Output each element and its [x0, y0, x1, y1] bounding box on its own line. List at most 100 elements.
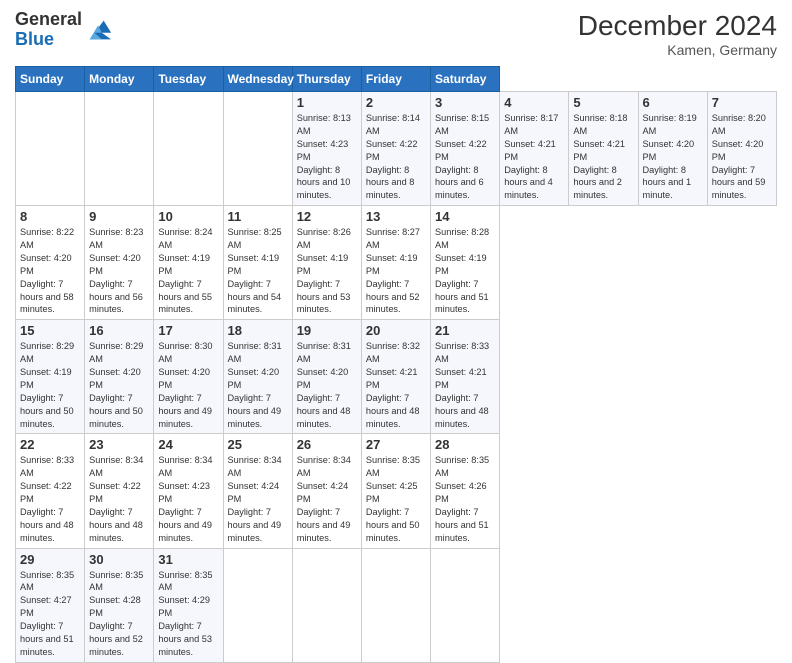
- cell-info: Sunrise: 8:31 AMSunset: 4:20 PMDaylight:…: [228, 340, 288, 430]
- cell-info: Sunrise: 8:34 AMSunset: 4:24 PMDaylight:…: [297, 454, 357, 544]
- calendar-cell: 14 Sunrise: 8:28 AMSunset: 4:19 PMDayligh…: [431, 206, 500, 320]
- calendar-body: 1 Sunrise: 8:13 AMSunset: 4:23 PMDaylight…: [16, 92, 777, 663]
- cell-info: Sunrise: 8:34 AMSunset: 4:23 PMDaylight:…: [158, 454, 218, 544]
- header-day: Wednesday: [223, 67, 292, 92]
- calendar-cell: 16Sunrise: 8:29 AMSunset: 4:20 PMDayligh…: [85, 320, 154, 434]
- cell-info: Sunrise: 8:33 AMSunset: 4:21 PMDaylight:…: [435, 340, 495, 430]
- calendar-cell: [431, 548, 500, 662]
- day-number: 5: [573, 95, 633, 110]
- day-number: 6: [643, 95, 703, 110]
- location: Kamen, Germany: [578, 42, 777, 58]
- calendar-cell: 17Sunrise: 8:30 AMSunset: 4:20 PMDayligh…: [154, 320, 223, 434]
- calendar-cell: [223, 92, 292, 206]
- calendar-cell: 4Sunrise: 8:17 AMSunset: 4:21 PMDaylight…: [500, 92, 569, 206]
- calendar-week-row: 1 Sunrise: 8:13 AMSunset: 4:23 PMDaylight…: [16, 92, 777, 206]
- calendar-cell: 5 Sunrise: 8:18 AMSunset: 4:21 PMDaylight…: [569, 92, 638, 206]
- day-number: 15: [20, 323, 80, 338]
- calendar-cell: 3Sunrise: 8:15 AMSunset: 4:22 PMDaylight…: [431, 92, 500, 206]
- day-number: 10: [158, 209, 218, 224]
- day-number: 17: [158, 323, 218, 338]
- calendar-cell: 11Sunrise: 8:25 AMSunset: 4:19 PMDayligh…: [223, 206, 292, 320]
- logo-line1: General: [15, 10, 82, 30]
- cell-info: Sunrise: 8:34 AMSunset: 4:24 PMDaylight:…: [228, 454, 288, 544]
- day-number: 20: [366, 323, 426, 338]
- day-number: 2: [366, 95, 426, 110]
- calendar-page: General Blue December 2024 Kamen, German…: [0, 0, 792, 612]
- title-block: December 2024 Kamen, Germany: [578, 10, 777, 58]
- calendar-cell: 13 Sunrise: 8:27 AMSunset: 4:19 PMDayligh…: [361, 206, 430, 320]
- day-number: 1: [297, 95, 357, 110]
- cell-info: Sunrise: 8:20 AMSunset: 4:20 PMDaylight:…: [712, 112, 772, 202]
- calendar-cell: 20 Sunrise: 8:32 AMSunset: 4:21 PMDayligh…: [361, 320, 430, 434]
- calendar-week-row: 8Sunrise: 8:22 AMSunset: 4:20 PMDaylight…: [16, 206, 777, 320]
- day-number: 31: [158, 552, 218, 567]
- day-number: 18: [228, 323, 288, 338]
- calendar-cell: 23Sunrise: 8:34 AMSunset: 4:22 PMDayligh…: [85, 434, 154, 548]
- cell-info: Sunrise: 8:35 AMSunset: 4:28 PMDaylight:…: [89, 569, 149, 659]
- cell-info: Sunrise: 8:35 AMSunset: 4:26 PMDaylight:…: [435, 454, 495, 544]
- calendar-header: SundayMondayTuesdayWednesdayThursdayFrid…: [16, 67, 777, 92]
- day-number: 14: [435, 209, 495, 224]
- calendar-cell: 1 Sunrise: 8:13 AMSunset: 4:23 PMDaylight…: [292, 92, 361, 206]
- calendar-cell: 12Sunrise: 8:26 AMSunset: 4:19 PMDayligh…: [292, 206, 361, 320]
- day-number: 27: [366, 437, 426, 452]
- month-title: December 2024: [578, 10, 777, 42]
- calendar-cell: 9 Sunrise: 8:23 AMSunset: 4:20 PMDaylight…: [85, 206, 154, 320]
- cell-info: Sunrise: 8:35 AMSunset: 4:27 PMDaylight:…: [20, 569, 80, 659]
- cell-info: Sunrise: 8:27 AMSunset: 4:19 PMDaylight:…: [366, 226, 426, 316]
- cell-info: Sunrise: 8:17 AMSunset: 4:21 PMDaylight:…: [504, 112, 564, 202]
- calendar-cell: [154, 92, 223, 206]
- day-number: 21: [435, 323, 495, 338]
- day-number: 16: [89, 323, 149, 338]
- day-number: 19: [297, 323, 357, 338]
- header: General Blue December 2024 Kamen, German…: [15, 10, 777, 58]
- calendar-week-row: 22Sunrise: 8:33 AMSunset: 4:22 PMDayligh…: [16, 434, 777, 548]
- header-day: Tuesday: [154, 67, 223, 92]
- calendar-cell: [223, 548, 292, 662]
- day-number: 9: [89, 209, 149, 224]
- day-number: 30: [89, 552, 149, 567]
- cell-info: Sunrise: 8:19 AMSunset: 4:20 PMDaylight:…: [643, 112, 703, 202]
- calendar-cell: 8Sunrise: 8:22 AMSunset: 4:20 PMDaylight…: [16, 206, 85, 320]
- header-day: Friday: [361, 67, 430, 92]
- calendar-cell: 26 Sunrise: 8:34 AMSunset: 4:24 PMDayligh…: [292, 434, 361, 548]
- cell-info: Sunrise: 8:33 AMSunset: 4:22 PMDaylight:…: [20, 454, 80, 544]
- calendar-cell: 7 Sunrise: 8:20 AMSunset: 4:20 PMDaylight…: [707, 92, 776, 206]
- day-number: 24: [158, 437, 218, 452]
- logo-icon: [85, 16, 113, 44]
- calendar-cell: [361, 548, 430, 662]
- cell-info: Sunrise: 8:35 AMSunset: 4:25 PMDaylight:…: [366, 454, 426, 544]
- logo-line2: Blue: [15, 30, 82, 50]
- day-number: 26: [297, 437, 357, 452]
- day-number: 11: [228, 209, 288, 224]
- cell-info: Sunrise: 8:31 AMSunset: 4:20 PMDaylight:…: [297, 340, 357, 430]
- cell-info: Sunrise: 8:24 AMSunset: 4:19 PMDaylight:…: [158, 226, 218, 316]
- calendar-cell: 30 Sunrise: 8:35 AMSunset: 4:28 PMDayligh…: [85, 548, 154, 662]
- day-number: 28: [435, 437, 495, 452]
- cell-info: Sunrise: 8:13 AMSunset: 4:23 PMDaylight:…: [297, 112, 357, 202]
- calendar-table: SundayMondayTuesdayWednesdayThursdayFrid…: [15, 66, 777, 663]
- cell-info: Sunrise: 8:29 AMSunset: 4:19 PMDaylight:…: [20, 340, 80, 430]
- calendar-cell: [85, 92, 154, 206]
- day-number: 25: [228, 437, 288, 452]
- day-number: 7: [712, 95, 772, 110]
- cell-info: Sunrise: 8:28 AMSunset: 4:19 PMDaylight:…: [435, 226, 495, 316]
- calendar-cell: 25 Sunrise: 8:34 AMSunset: 4:24 PMDayligh…: [223, 434, 292, 548]
- cell-info: Sunrise: 8:32 AMSunset: 4:21 PMDaylight:…: [366, 340, 426, 430]
- cell-info: Sunrise: 8:23 AMSunset: 4:20 PMDaylight:…: [89, 226, 149, 316]
- calendar-cell: 24 Sunrise: 8:34 AMSunset: 4:23 PMDayligh…: [154, 434, 223, 548]
- calendar-cell: 2Sunrise: 8:14 AMSunset: 4:22 PMDaylight…: [361, 92, 430, 206]
- cell-info: Sunrise: 8:35 AMSunset: 4:29 PMDaylight:…: [158, 569, 218, 659]
- header-row: SundayMondayTuesdayWednesdayThursdayFrid…: [16, 67, 777, 92]
- cell-info: Sunrise: 8:22 AMSunset: 4:20 PMDaylight:…: [20, 226, 80, 316]
- calendar-cell: 10 Sunrise: 8:24 AMSunset: 4:19 PMDayligh…: [154, 206, 223, 320]
- day-number: 23: [89, 437, 149, 452]
- calendar-cell: 15 Sunrise: 8:29 AMSunset: 4:19 PMDayligh…: [16, 320, 85, 434]
- day-number: 29: [20, 552, 80, 567]
- calendar-cell: 22Sunrise: 8:33 AMSunset: 4:22 PMDayligh…: [16, 434, 85, 548]
- day-number: 3: [435, 95, 495, 110]
- day-number: 13: [366, 209, 426, 224]
- calendar-cell: 31 Sunrise: 8:35 AMSunset: 4:29 PMDayligh…: [154, 548, 223, 662]
- calendar-cell: [292, 548, 361, 662]
- cell-info: Sunrise: 8:18 AMSunset: 4:21 PMDaylight:…: [573, 112, 633, 202]
